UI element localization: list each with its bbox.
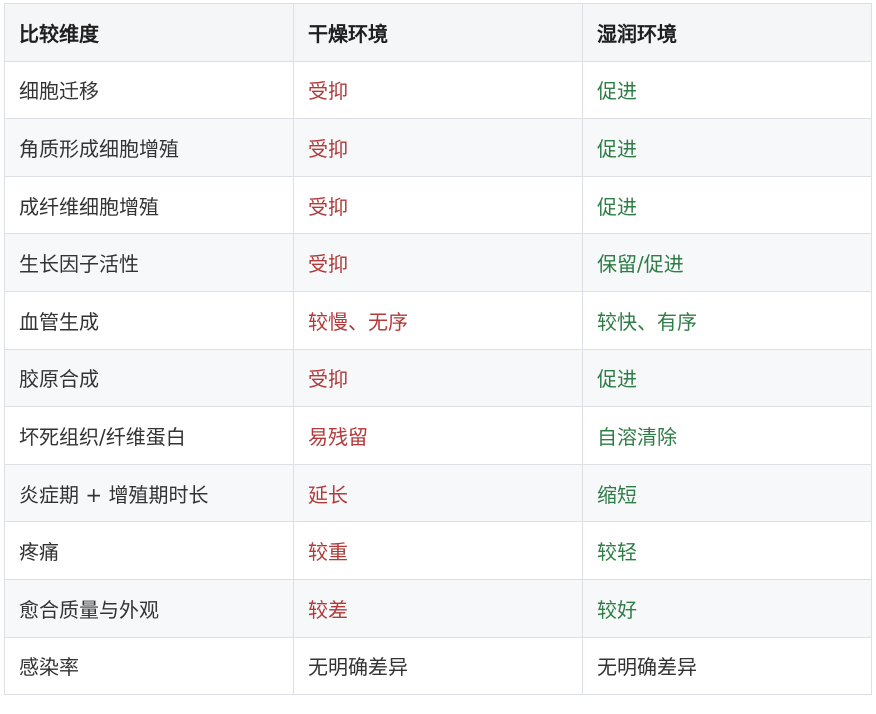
cell-moist-environment: 保留/促进 [582,233,872,292]
cell-dry-environment: 受抑 [293,233,583,292]
cell-moist-environment: 无明确差异 [582,636,872,696]
table-row: 成纤维细胞增殖 受抑 促进 [4,175,872,235]
cell-dimension: 炎症期 + 增殖期时长 [4,463,294,523]
cell-dimension: 细胞迁移 [4,60,294,120]
cell-dry-environment: 受抑 [293,348,583,408]
cell-moist-environment: 缩短 [582,463,872,523]
cell-dimension: 角质形成细胞增殖 [4,118,294,177]
cell-moist-environment: 较轻 [582,521,872,580]
cell-dry-environment: 受抑 [293,118,583,177]
table-row: 细胞迁移 受抑 促进 [4,60,872,120]
comparison-table-container: 比较维度 干燥环境 湿润环境 细胞迁移 受抑 促进 角质形成细胞增殖 受抑 促进 成纤维细胞… [4,3,872,696]
header-dimension: 比较维度 [4,3,294,62]
cell-dry-environment: 受抑 [293,175,583,235]
header-dry-environment: 干燥环境 [293,3,583,62]
cell-moist-environment: 较好 [582,578,872,638]
table-row: 疼痛 较重 较轻 [4,521,872,580]
cell-dimension: 愈合质量与外观 [4,578,294,638]
table-body: 细胞迁移 受抑 促进 角质形成细胞增殖 受抑 促进 成纤维细胞增殖 受抑 促进 生长因子活性 受抑保… [4,60,872,696]
table-row: 感染率 无明确差异 无明确差异 [4,636,872,696]
cell-moist-environment: 促进 [582,348,872,408]
table-row: 坏死组织/纤维蛋白 易残留 自溶清除 [4,406,872,465]
cell-dimension: 感染率 [4,636,294,696]
header-row: 比较维度 干燥环境 湿润环境 [4,3,872,62]
table-row: 愈合质量与外观 较差 较好 [4,578,872,638]
cell-moist-environment: 较快、有序 [582,290,872,350]
cell-moist-environment: 促进 [582,60,872,120]
table-row: 角质形成细胞增殖 受抑 促进 [4,118,872,177]
cell-dimension: 生长因子活性 [4,233,294,292]
comparison-table: 比较维度 干燥环境 湿润环境 细胞迁移 受抑 促进 角质形成细胞增殖 受抑 促进 成纤维细胞… [4,3,872,696]
cell-dimension: 疼痛 [4,521,294,580]
table-row: 炎症期 + 增殖期时长 延长 缩短 [4,463,872,523]
cell-dry-environment: 较慢、无序 [293,290,583,350]
table-header: 比较维度 干燥环境 湿润环境 [4,3,872,62]
table-row: 生长因子活性 受抑 保留/促进 [4,233,872,292]
cell-dry-environment: 延长 [293,463,583,523]
cell-dimension: 胶原合成 [4,348,294,408]
cell-moist-environment: 促进 [582,175,872,235]
cell-dimension: 成纤维细胞增殖 [4,175,294,235]
cell-dry-environment: 较差 [293,578,583,638]
table-row: 血管生成 较慢、无序 较快、有序 [4,290,872,350]
cell-dry-environment: 无明确差异 [293,636,583,696]
cell-dry-environment: 易残留 [293,406,583,465]
table-row: 胶原合成 受抑 促进 [4,348,872,408]
cell-moist-environment: 促进 [582,118,872,177]
cell-dry-environment: 受抑 [293,60,583,120]
cell-dry-environment: 较重 [293,521,583,580]
header-moist-environment: 湿润环境 [582,3,872,62]
cell-dimension: 坏死组织/纤维蛋白 [4,406,294,465]
cell-dimension: 血管生成 [4,290,294,350]
cell-moist-environment: 自溶清除 [582,406,872,465]
